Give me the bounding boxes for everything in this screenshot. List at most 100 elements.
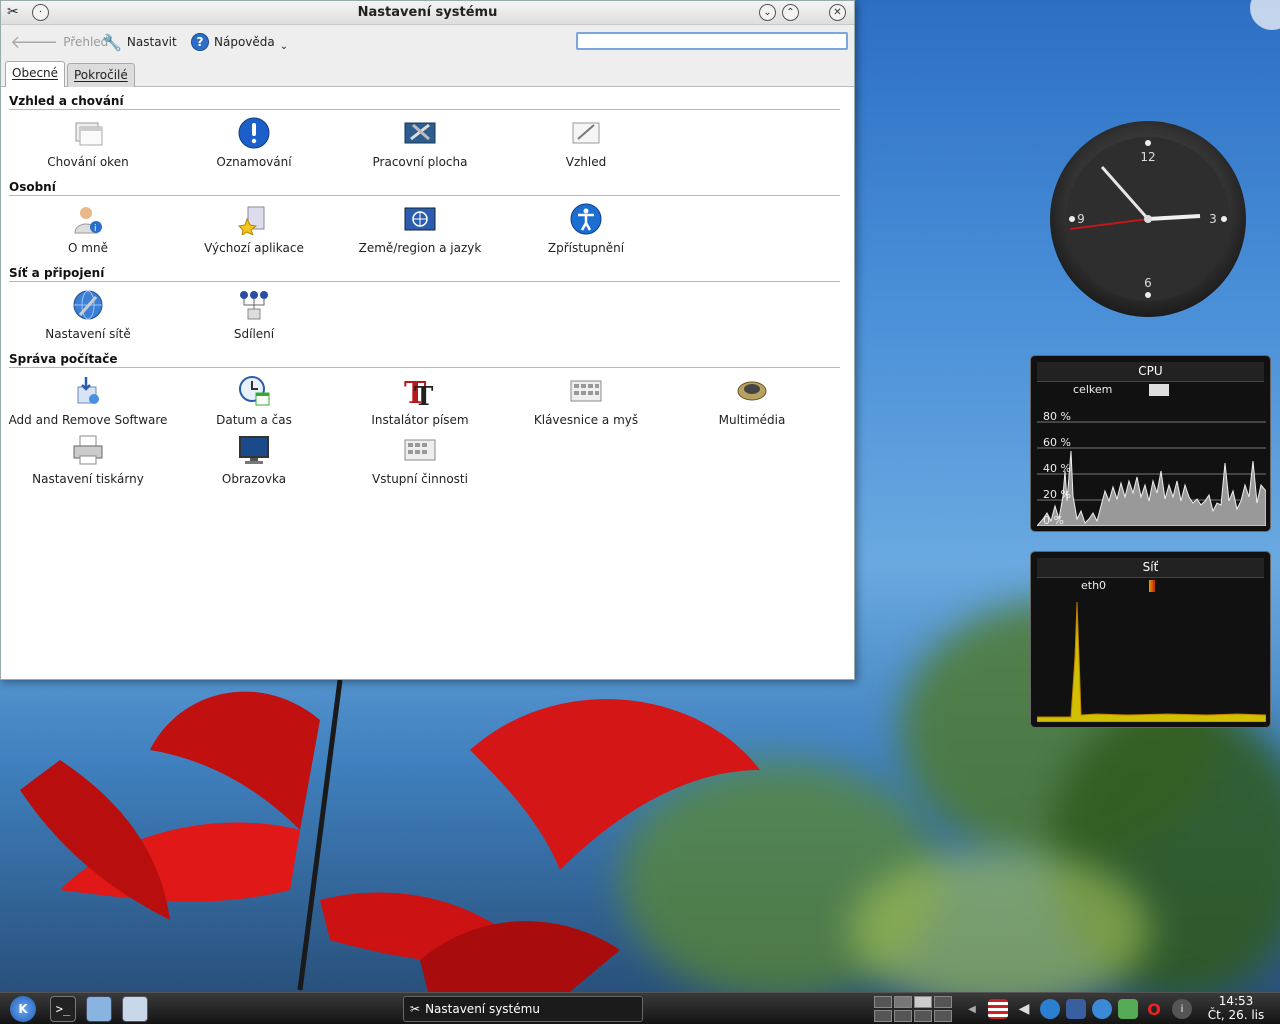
default-apps-icon (237, 202, 271, 236)
network-tray-icon[interactable] (1040, 999, 1060, 1019)
item-display[interactable]: Obrazovka (171, 433, 337, 486)
network-settings-icon (71, 288, 105, 322)
monitor-icon (237, 433, 271, 467)
cpu-monitor-widget[interactable]: CPU celkem 80 % 60 % 40 % 20 % 0 % (1030, 355, 1271, 532)
item-workspace[interactable]: Pracovní plocha (337, 116, 503, 169)
item-multimedia[interactable]: Multimédia (669, 374, 835, 427)
configure-button[interactable]: 🔧 Nastavit (102, 32, 177, 52)
section-computer-admin: Správa počítače (9, 352, 840, 368)
section-network: Síť a připojení (9, 266, 840, 282)
item-input-actions[interactable]: Vstupní činnosti (337, 433, 503, 486)
item-window-behavior[interactable]: Chování oken (5, 116, 171, 169)
section-title: Síť a připojení (9, 266, 840, 282)
tools-icon: ✂ (410, 1002, 421, 1016)
item-network-settings[interactable]: Nastavení sítě (5, 288, 171, 341)
item-appearance[interactable]: Vzhled (503, 116, 669, 169)
network-interface-label: eth0 (1081, 579, 1107, 592)
item-date-time[interactable]: Datum a čas (171, 374, 337, 427)
file-manager-icon[interactable] (86, 996, 112, 1022)
clock-numeral-3: 3 (1209, 212, 1217, 226)
tab-advanced[interactable]: Pokročilé (67, 63, 135, 87)
item-notifications[interactable]: Oznamování (171, 116, 337, 169)
clock-numeral-9: 9 (1077, 212, 1085, 226)
cpu-tick-40: 40 % (1043, 462, 1071, 475)
chevron-down-icon: ⌄ (279, 40, 289, 52)
update-icon[interactable] (1092, 999, 1112, 1019)
section-title: Osobní (9, 180, 840, 196)
taskbar: K >_ ✂ Nastavení systému ◀ ◀ O i 14:53 Č… (0, 992, 1280, 1024)
item-font-installer[interactable]: TT Instalátor písem (337, 374, 503, 427)
keyboard-layout-flag-icon[interactable] (988, 999, 1008, 1019)
help-button[interactable]: ? Nápověda ⌄ (191, 32, 288, 52)
pager-desktop-1[interactable] (874, 996, 892, 1008)
font-installer-icon: TT (403, 374, 437, 408)
network-widget-title: Síť (1037, 558, 1264, 578)
svg-text:i: i (94, 224, 97, 234)
clock-calendar-icon (237, 374, 271, 408)
cpu-tick-80: 80 % (1043, 410, 1071, 423)
cpu-widget-title: CPU (1037, 362, 1264, 382)
pager-desktop-6[interactable] (894, 1010, 912, 1022)
pager-desktop-2[interactable] (894, 996, 912, 1008)
volume-icon[interactable]: ◀ (1014, 999, 1034, 1019)
terminal-icon[interactable]: >_ (50, 996, 76, 1022)
settings-content: Vzhled a chování Chování oken Oznamování… (1, 88, 854, 679)
clock-time: 14:53 (1218, 994, 1254, 1008)
window-titlebar[interactable]: ✂ · Nastavení systému ⌄ ⌃ ✕ (1, 1, 854, 25)
keyboard-icon (569, 374, 603, 408)
back-overview-button[interactable]: 🡐 Přehled (10, 31, 108, 53)
item-locale[interactable]: Země/region a jazyk (337, 202, 503, 255)
item-printer[interactable]: Nastavení tiskárny (5, 433, 171, 486)
notification-icon (237, 116, 271, 150)
clock-date: Čt, 26. lis (1207, 1008, 1265, 1022)
pager-desktop-7[interactable] (914, 1010, 932, 1022)
clock-numeral-12: 12 (1140, 150, 1155, 164)
network-traffic-graph (1037, 601, 1266, 722)
desktop-icon (403, 116, 437, 150)
taskbar-clock[interactable]: 14:53 Čt, 26. lis (1206, 994, 1266, 1022)
pager-desktop-3[interactable] (914, 996, 932, 1008)
kde-menu-icon[interactable]: K (10, 996, 36, 1022)
help-icon: ? (191, 33, 209, 51)
klipper-icon[interactable] (1066, 999, 1086, 1019)
info-icon[interactable]: i (1172, 999, 1192, 1019)
section-title: Správa počítače (9, 352, 840, 368)
item-accessibility[interactable]: Zpřístupnění (503, 202, 669, 255)
main-toolbar: 🡐 Přehled 🔧 Nastavit ? Nápověda ⌄ (1, 25, 854, 59)
battery-check-icon[interactable] (1118, 999, 1138, 1019)
section-personal: Osobní (9, 180, 840, 196)
item-keyboard-mouse[interactable]: Klávesnice a myš (503, 374, 669, 427)
pager-desktop-4[interactable] (934, 996, 952, 1008)
search-input[interactable] (576, 32, 848, 50)
window-behavior-icon (71, 116, 105, 150)
analog-clock-widget[interactable]: 12 3 6 9 (1050, 121, 1246, 317)
cpu-tick-0: 0 % (1043, 514, 1064, 526)
item-software[interactable]: Add and Remove Software (5, 374, 171, 427)
pager-desktop-5[interactable] (874, 1010, 892, 1022)
minimize-button[interactable]: ⌄ (759, 4, 776, 21)
item-default-apps[interactable]: Výchozí aplikace (171, 202, 337, 255)
cpu-total-bar (1149, 384, 1169, 396)
clock-numeral-6: 6 (1144, 276, 1152, 290)
system-settings-window: ✂ · Nastavení systému ⌄ ⌃ ✕ 🡐 Přehled 🔧 … (0, 0, 855, 680)
window-title: Nastavení systému (357, 5, 498, 20)
software-icon (71, 374, 105, 408)
cpu-tick-20: 20 % (1043, 488, 1071, 501)
close-button[interactable]: ✕ (829, 4, 846, 21)
tray-expand-icon[interactable]: ◀ (962, 999, 982, 1019)
network-activity-bar (1149, 580, 1155, 592)
pager-desktop-8[interactable] (934, 1010, 952, 1022)
accessibility-icon (569, 202, 603, 236)
opera-icon[interactable]: O (1144, 999, 1164, 1019)
maximize-button[interactable]: ⌃ (782, 4, 799, 21)
desktop-settings-icon[interactable] (122, 996, 148, 1022)
item-about-me[interactable]: i O mně (5, 202, 171, 255)
back-arrow-icon: 🡐 (10, 31, 59, 53)
item-sharing[interactable]: Sdílení (171, 288, 337, 341)
user-icon: i (71, 202, 105, 236)
speaker-icon (735, 374, 769, 408)
tab-general[interactable]: Obecné (5, 61, 66, 87)
taskbar-task-system-settings[interactable]: ✂ Nastavení systému (403, 996, 643, 1022)
section-appearance: Vzhled a chování (9, 94, 840, 110)
network-monitor-widget[interactable]: Síť eth0 (1030, 551, 1271, 728)
